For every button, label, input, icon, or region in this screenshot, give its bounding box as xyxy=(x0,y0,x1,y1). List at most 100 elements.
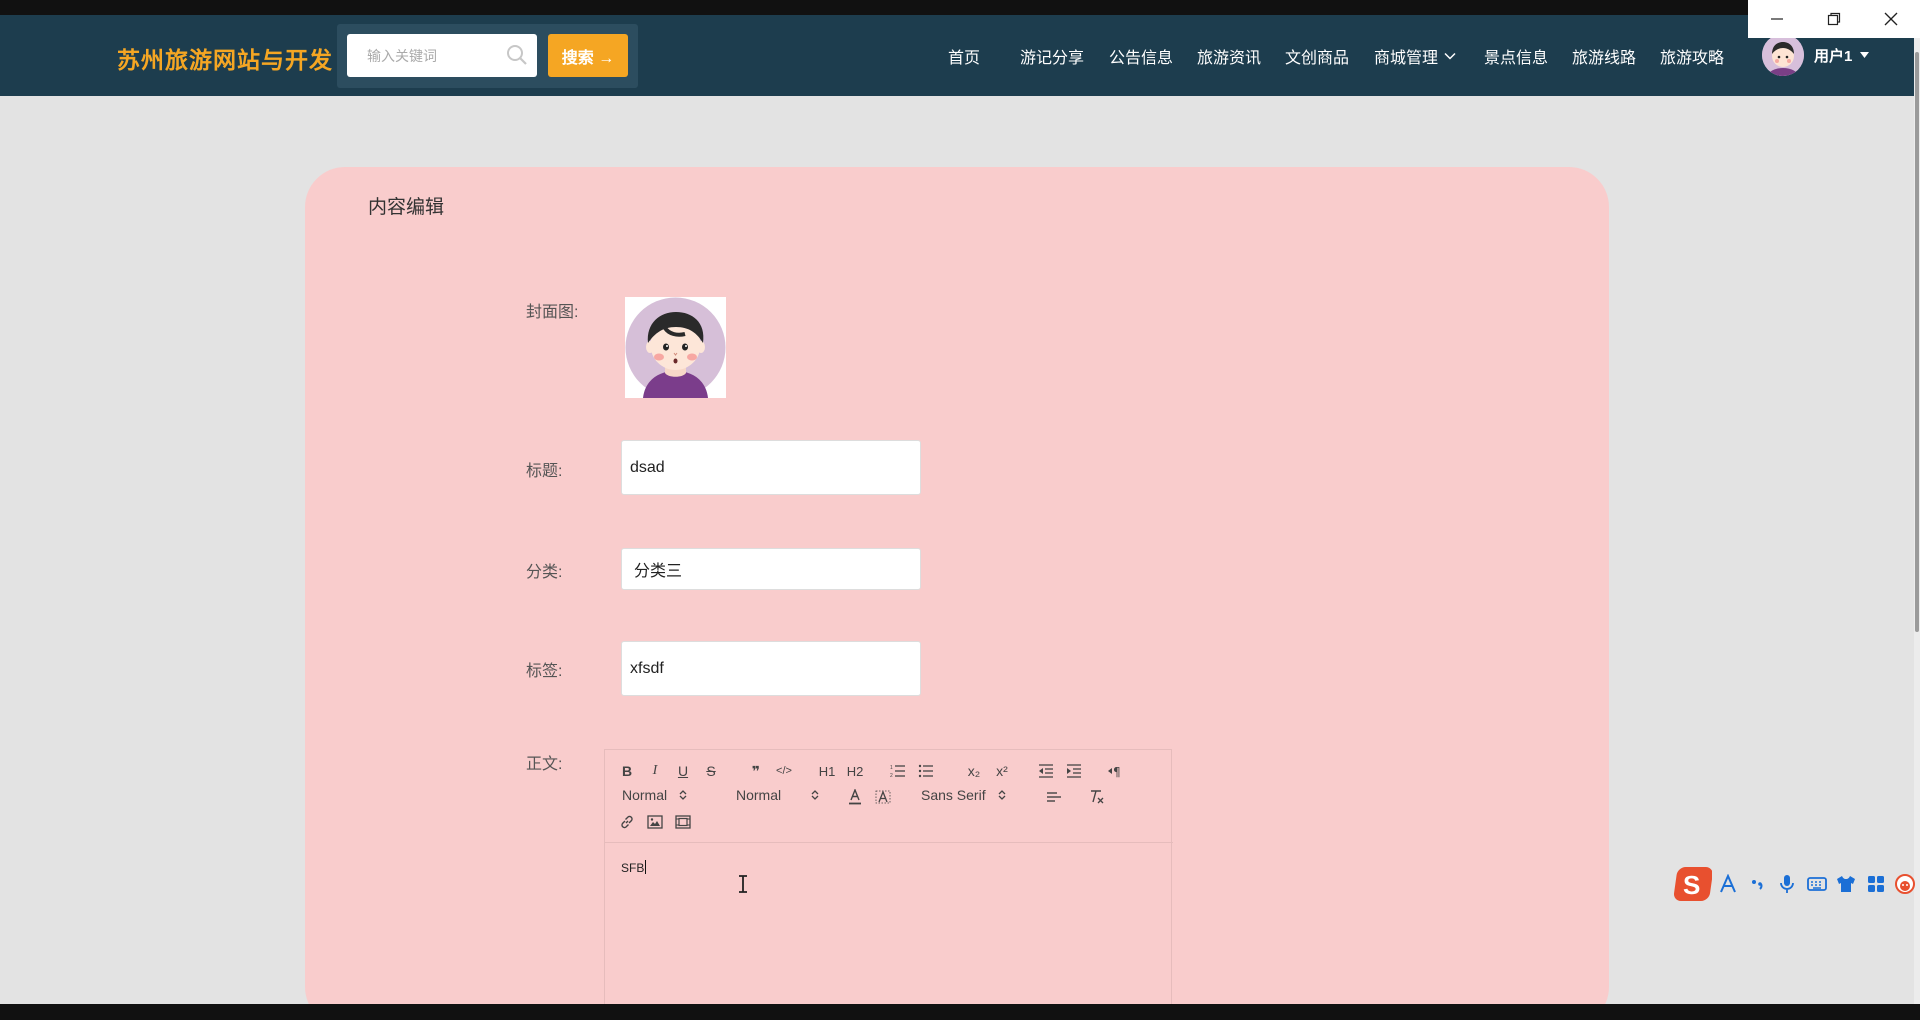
minimize-icon xyxy=(1770,18,1783,20)
avatar xyxy=(1762,34,1804,76)
scrollbar-thumb[interactable] xyxy=(1915,52,1919,632)
title-label: 标题: xyxy=(526,463,563,480)
nav-item-travel-routes[interactable]: 旅游线路 xyxy=(1572,15,1636,96)
nav-item-announcements[interactable]: 公告信息 xyxy=(1109,15,1173,96)
ordered-list-button[interactable]: 12 xyxy=(887,761,909,781)
header-select-value: Normal xyxy=(736,787,782,803)
text-direction-button[interactable]: ¶ xyxy=(1105,761,1127,781)
clear-format-button[interactable] xyxy=(1086,787,1108,807)
font-select-value: Sans Serif xyxy=(921,787,986,803)
nav-item-label: 公告信息 xyxy=(1109,49,1174,67)
user-menu[interactable]: 用户1 xyxy=(1762,33,1870,77)
bullet-list-icon xyxy=(918,764,933,778)
search-button[interactable]: 搜索 → xyxy=(548,34,628,77)
close-button[interactable] xyxy=(1862,0,1919,38)
ime-punctuation-icon[interactable] xyxy=(1743,869,1773,899)
nav-item-travel-news[interactable]: 旅游资讯 xyxy=(1197,15,1261,96)
clear-format-icon xyxy=(1091,790,1104,804)
restore-button[interactable] xyxy=(1805,0,1862,38)
blockquote-button[interactable]: ❞ xyxy=(745,761,767,781)
nav-item-attractions[interactable]: 景点信息 xyxy=(1484,15,1548,96)
title-input[interactable]: dsad xyxy=(621,440,921,495)
minimize-button[interactable] xyxy=(1748,0,1805,38)
nav-item-cultural-products[interactable]: 文创商品 xyxy=(1285,15,1349,96)
ime-mascot-icon[interactable] xyxy=(1891,869,1920,899)
skin-icon[interactable] xyxy=(1831,869,1861,899)
text-color-button[interactable] xyxy=(844,787,866,807)
nav-item-travel-guides[interactable]: 旅游攻略 xyxy=(1660,15,1724,96)
underline-button[interactable]: U xyxy=(672,761,694,781)
text-direction-icon: ¶ xyxy=(1108,765,1121,778)
image-icon xyxy=(647,815,663,829)
cover-label: 封面图: xyxy=(526,304,579,321)
category-label: 分类: xyxy=(526,564,563,581)
link-icon xyxy=(621,815,633,829)
background-color-button[interactable] xyxy=(872,787,894,807)
nav-item-label: 景点信息 xyxy=(1484,49,1549,67)
nav-item-label: 首页 xyxy=(948,49,981,67)
top-navbar: 苏州旅游网站与开发 搜索 → 首页 游记分享 公告信息 旅游资讯 文创商品 商城… xyxy=(0,15,1920,96)
nav-item-label: 商城管理 xyxy=(1374,49,1439,67)
search-icon[interactable] xyxy=(505,43,529,67)
ime-mode-icon[interactable] xyxy=(1713,869,1743,899)
window-controls xyxy=(1748,0,1920,38)
select-arrows-icon xyxy=(998,789,1006,801)
screen-bottom-bar xyxy=(0,1004,1920,1020)
ime-logo-icon[interactable]: S xyxy=(1670,867,1713,901)
text-color-icon xyxy=(849,789,861,805)
video-icon xyxy=(675,815,691,829)
text-cursor-icon xyxy=(739,875,747,893)
nav-item-label: 旅游线路 xyxy=(1572,49,1637,67)
tags-input[interactable]: xfsdf xyxy=(621,641,921,696)
select-arrows-icon xyxy=(811,789,819,801)
size-select[interactable]: Normal xyxy=(622,787,687,803)
indent-icon xyxy=(1067,764,1081,778)
microphone-icon[interactable] xyxy=(1772,869,1802,899)
select-arrows-icon xyxy=(679,789,687,801)
nav-item-label: 文创商品 xyxy=(1285,49,1350,67)
nav-item-label: 旅游资讯 xyxy=(1197,49,1262,67)
indent-button[interactable] xyxy=(1063,761,1085,781)
outdent-button[interactable] xyxy=(1035,761,1057,781)
svg-text:¶: ¶ xyxy=(1113,765,1121,778)
editor-toolbar: B I U S ❞ </> H1 H2 12 x₂ x² ¶ Normal No… xyxy=(605,750,1173,843)
category-select[interactable]: 分类三 xyxy=(621,548,921,590)
ordered-list-icon: 12 xyxy=(890,765,905,778)
bullet-list-button[interactable] xyxy=(915,761,937,781)
page-title: 内容编辑 xyxy=(368,197,445,218)
svg-text:1: 1 xyxy=(890,765,893,771)
h1-button[interactable]: H1 xyxy=(816,761,838,781)
strike-button[interactable]: S xyxy=(700,761,722,781)
keyboard-icon[interactable] xyxy=(1802,869,1832,899)
align-button[interactable] xyxy=(1043,787,1065,807)
superscript-button[interactable]: x² xyxy=(991,761,1013,781)
header-select[interactable]: Normal xyxy=(736,787,819,803)
image-button[interactable] xyxy=(644,812,666,832)
nav-item-travel-notes[interactable]: 游记分享 xyxy=(1020,15,1084,96)
restore-icon xyxy=(1827,12,1840,26)
cover-image[interactable] xyxy=(625,297,726,398)
code-button[interactable]: </> xyxy=(773,761,795,781)
link-button[interactable] xyxy=(616,812,638,832)
subscript-button[interactable]: x₂ xyxy=(963,761,985,781)
search-box: 搜索 → xyxy=(337,24,638,88)
rich-text-editor: B I U S ❞ </> H1 H2 12 x₂ x² ¶ Normal No… xyxy=(604,749,1173,1020)
video-button[interactable] xyxy=(672,812,694,832)
chevron-down-icon xyxy=(1444,52,1456,60)
nav-item-label: 游记分享 xyxy=(1020,49,1085,67)
caret-down-icon xyxy=(1860,52,1870,58)
text-caret xyxy=(645,860,647,874)
nav-item-shop-management[interactable]: 商城管理 xyxy=(1374,15,1456,96)
h2-button[interactable]: H2 xyxy=(844,761,866,781)
font-select[interactable]: Sans Serif xyxy=(921,787,1006,803)
site-brand[interactable]: 苏州旅游网站与开发 xyxy=(117,41,333,75)
align-left-icon xyxy=(1047,792,1061,802)
italic-button[interactable]: I xyxy=(644,761,666,781)
editor-content[interactable]: SFB xyxy=(621,860,647,875)
ime-toolbar: S xyxy=(1670,862,1920,906)
apps-grid-icon[interactable] xyxy=(1861,869,1891,899)
bold-button[interactable]: B xyxy=(616,761,638,781)
nav-item-home[interactable]: 首页 xyxy=(948,15,980,96)
outdent-icon xyxy=(1039,764,1053,778)
size-select-value: Normal xyxy=(622,787,668,803)
